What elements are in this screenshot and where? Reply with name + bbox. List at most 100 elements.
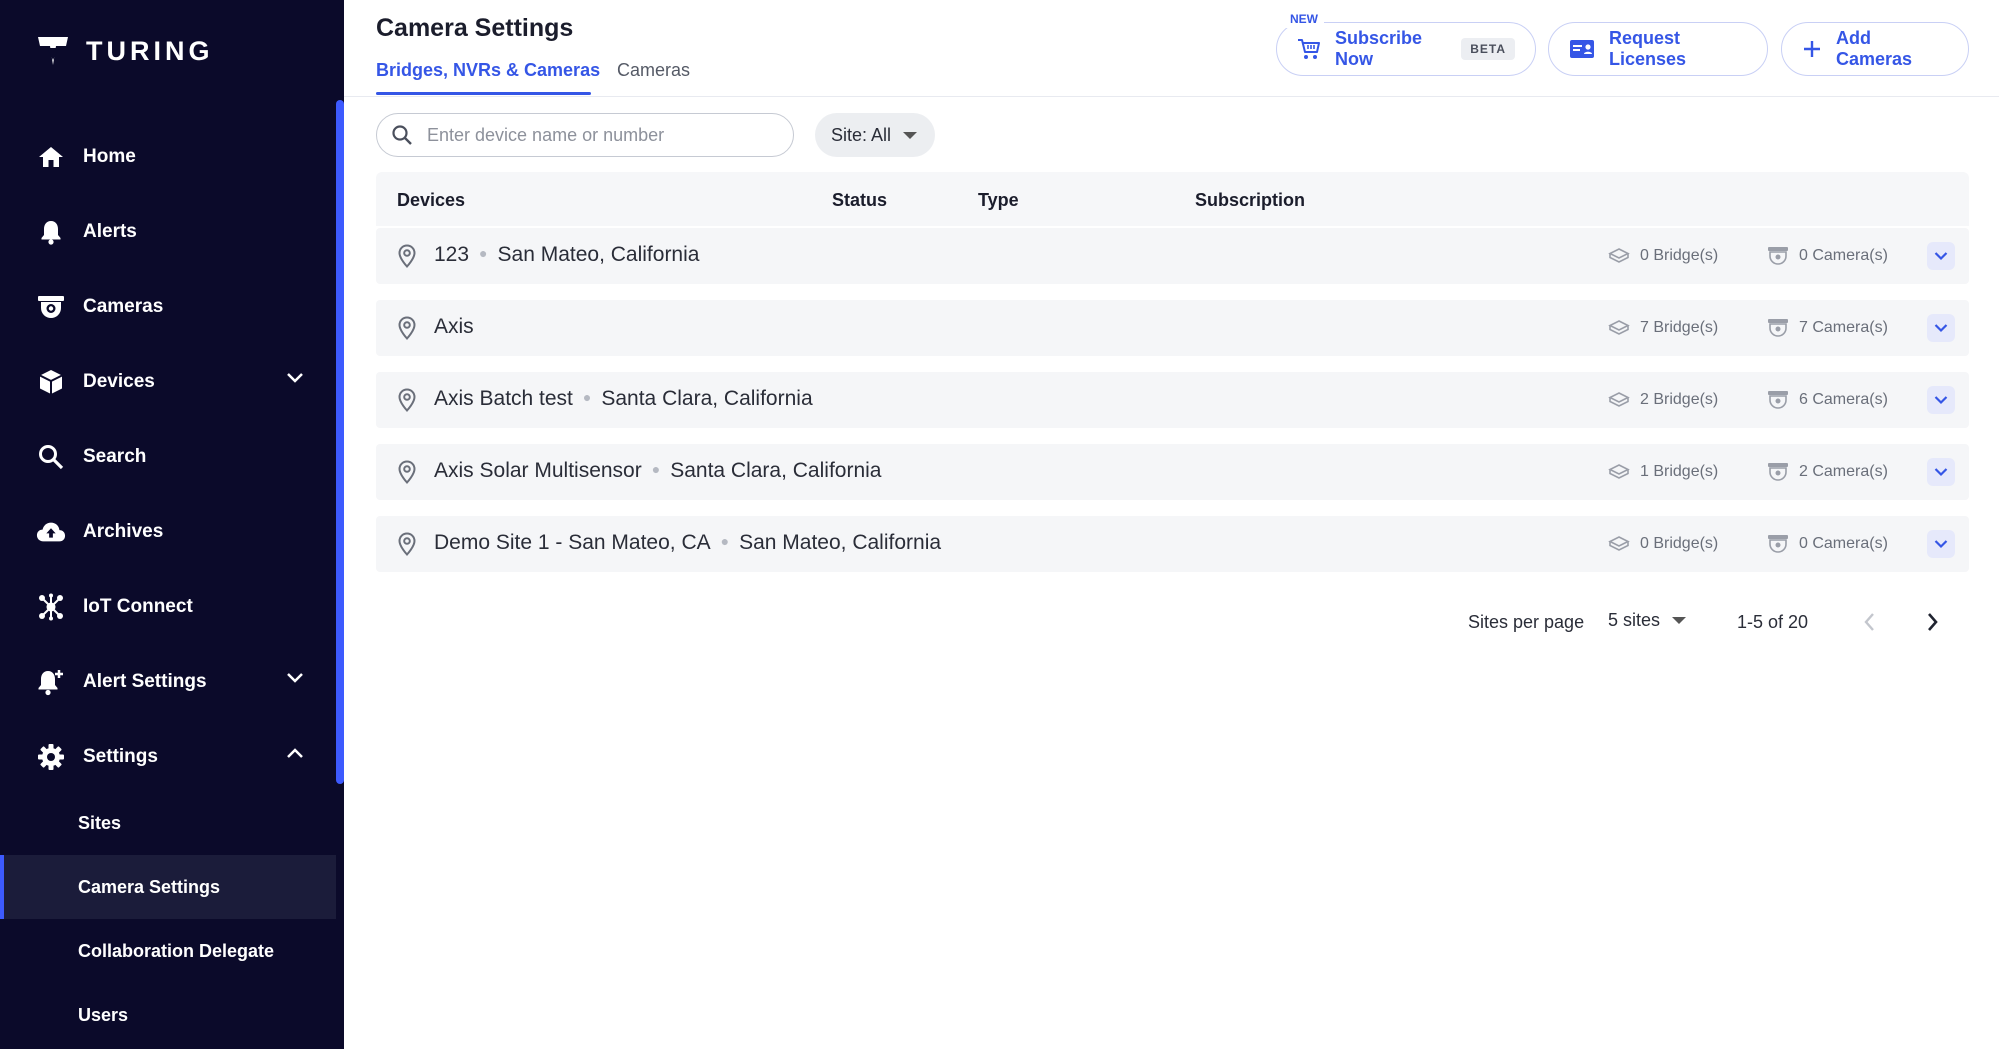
bell-icon bbox=[36, 217, 66, 247]
gear-icon bbox=[36, 742, 66, 772]
site-name-cell: Axis bbox=[434, 315, 474, 339]
subscribe-now-button[interactable]: Subscribe Now BETA bbox=[1276, 22, 1536, 76]
chevron-down-icon[interactable] bbox=[286, 672, 304, 684]
sidebar-subitem-users[interactable]: Users bbox=[0, 983, 336, 1047]
column-header-status[interactable]: Status bbox=[832, 190, 887, 211]
sites-per-page-label: Sites per page bbox=[1468, 612, 1585, 632]
expand-row-button[interactable] bbox=[1927, 458, 1955, 486]
header-divider bbox=[344, 96, 1999, 97]
bridge-count: 2 Bridge(s) bbox=[1640, 391, 1719, 408]
cloud-upload-icon bbox=[36, 517, 66, 547]
sidebar-item-label: Settings bbox=[83, 746, 158, 767]
bridge-icon bbox=[1608, 320, 1630, 335]
site-name: 123 bbox=[434, 243, 470, 266]
sidebar-item-home[interactable]: Home bbox=[0, 120, 336, 194]
sidebar-item-alert-settings[interactable]: Alert Settings bbox=[0, 645, 336, 719]
sidebar-subitem-camera-settings[interactable]: Camera Settings bbox=[0, 855, 336, 919]
table-row[interactable]: Axis Batch test ● Santa Clara, California … bbox=[376, 372, 1969, 428]
location-pin-icon bbox=[398, 316, 416, 340]
site-name-cell: Axis Solar Multisensor ● Santa Clara, Cali… bbox=[434, 459, 881, 483]
dome-camera-icon bbox=[1768, 463, 1788, 481]
add-cameras-button[interactable]: Add Cameras bbox=[1781, 22, 1969, 76]
dome-camera-icon bbox=[1768, 247, 1788, 265]
bridge-icon bbox=[1608, 464, 1630, 479]
location-pin-icon bbox=[398, 244, 416, 268]
sidebar-item-iot-connect[interactable]: IoT Connect bbox=[0, 570, 336, 644]
pagination-range: 1-5 of 20 bbox=[1737, 612, 1809, 632]
location-pin-icon bbox=[398, 388, 416, 412]
chevron-up-icon[interactable] bbox=[286, 747, 304, 759]
brand-logo[interactable]: TURING bbox=[36, 34, 214, 68]
expand-row-button[interactable] bbox=[1927, 386, 1955, 414]
dome-camera-icon bbox=[1768, 535, 1788, 553]
separator-dot: ● bbox=[479, 245, 488, 261]
sidebar-subitem-label: Users bbox=[78, 1004, 129, 1025]
dome-camera-icon bbox=[1768, 319, 1788, 337]
site-name-cell: 123 ● San Mateo, California bbox=[434, 243, 699, 267]
table-row[interactable]: Demo Site 1 - San Mateo, CA ● San Mateo, C… bbox=[376, 516, 1969, 572]
active-tab-indicator bbox=[376, 92, 591, 95]
site-filter-label: Site: All bbox=[831, 124, 892, 145]
sidebar-item-label: Alerts bbox=[83, 221, 137, 242]
caret-down-icon bbox=[1672, 617, 1687, 624]
camera-count: 0 Camera(s) bbox=[1799, 247, 1888, 264]
site-location: Santa Clara, California bbox=[670, 459, 882, 482]
sidebar-item-devices[interactable]: Devices bbox=[0, 345, 336, 419]
separator-dot: ● bbox=[651, 461, 661, 477]
hub-icon bbox=[36, 592, 66, 622]
site-name-cell: Demo Site 1 - San Mateo, CA ● San Mateo, C… bbox=[434, 531, 941, 555]
sidebar-item-label: IoT Connect bbox=[83, 596, 193, 617]
column-header-devices[interactable]: Devices bbox=[397, 190, 465, 211]
sidebar-subitem-collaboration-delegate[interactable]: Collaboration Delegate bbox=[0, 919, 336, 983]
expand-row-button[interactable] bbox=[1927, 530, 1955, 558]
chevron-down-icon bbox=[1934, 540, 1948, 549]
new-tag: NEW bbox=[1284, 10, 1324, 28]
bridge-count: 0 Bridge(s) bbox=[1640, 247, 1719, 264]
sites-per-page-select[interactable]: 5 sites bbox=[1608, 610, 1687, 631]
table-header: Devices Status Type Subscription bbox=[376, 172, 1969, 226]
site-name: Axis bbox=[434, 315, 474, 338]
sidebar-subitem-label: Camera Settings bbox=[78, 876, 221, 897]
sidebar-subitem-sites[interactable]: Sites bbox=[0, 791, 336, 855]
table-row[interactable]: Axis Solar Multisensor ● Santa Clara, Cali… bbox=[376, 444, 1969, 500]
sidebar-item-archives[interactable]: Archives bbox=[0, 495, 336, 569]
camera-count: 2 Camera(s) bbox=[1799, 463, 1888, 480]
camera-icon bbox=[36, 292, 66, 322]
site-name: Demo Site 1 - San Mateo, CA bbox=[434, 531, 711, 554]
page-title: Camera Settings bbox=[376, 14, 574, 42]
sidebar-item-alerts[interactable]: Alerts bbox=[0, 195, 336, 269]
next-page-icon[interactable] bbox=[1922, 610, 1942, 634]
chevron-down-icon bbox=[1934, 324, 1948, 333]
sidebar: TURING Home Alerts Cameras Devices Searc… bbox=[0, 0, 344, 1049]
site-filter-dropdown[interactable]: Site: All bbox=[815, 113, 936, 157]
sidebar-item-cameras[interactable]: Cameras bbox=[0, 270, 336, 344]
tab-bridges-nvrs-cameras[interactable]: Bridges, NVRs & Cameras bbox=[376, 60, 600, 81]
column-header-subscription[interactable]: Subscription bbox=[1195, 190, 1305, 211]
expand-row-button[interactable] bbox=[1927, 314, 1955, 342]
sidebar-item-label: Home bbox=[83, 146, 136, 167]
chevron-down-icon[interactable] bbox=[286, 372, 304, 384]
camera-count: 6 Camera(s) bbox=[1799, 391, 1888, 408]
table-row[interactable]: 123 ● San Mateo, California 0 Bridge(s) 0 … bbox=[376, 228, 1969, 284]
caret-down-icon bbox=[903, 131, 918, 139]
location-pin-icon bbox=[398, 460, 416, 484]
device-search-input[interactable] bbox=[427, 124, 757, 146]
table-row[interactable]: Axis 7 Bridge(s) 7 Camera(s) bbox=[376, 300, 1969, 356]
add-cameras-label: Add Cameras bbox=[1836, 28, 1913, 69]
tab-cameras[interactable]: Cameras bbox=[617, 60, 690, 81]
column-header-type[interactable]: Type bbox=[978, 190, 1019, 211]
sidebar-item-settings[interactable]: Settings bbox=[0, 720, 336, 794]
site-location: Santa Clara, California bbox=[601, 387, 813, 410]
search-icon bbox=[36, 442, 66, 472]
sidebar-scrollbar[interactable] bbox=[336, 100, 344, 784]
turing-logo-icon bbox=[38, 37, 68, 65]
sidebar-item-label: Alert Settings bbox=[83, 671, 207, 692]
chevron-down-icon bbox=[1934, 468, 1948, 477]
bridge-count: 7 Bridge(s) bbox=[1640, 319, 1719, 336]
site-name: Axis Batch test bbox=[434, 387, 573, 410]
previous-page-icon[interactable] bbox=[1860, 610, 1880, 634]
cube-icon bbox=[36, 367, 66, 397]
expand-row-button[interactable] bbox=[1927, 242, 1955, 270]
sidebar-item-search[interactable]: Search bbox=[0, 420, 336, 494]
request-licenses-button[interactable]: Request Licenses bbox=[1548, 22, 1768, 76]
